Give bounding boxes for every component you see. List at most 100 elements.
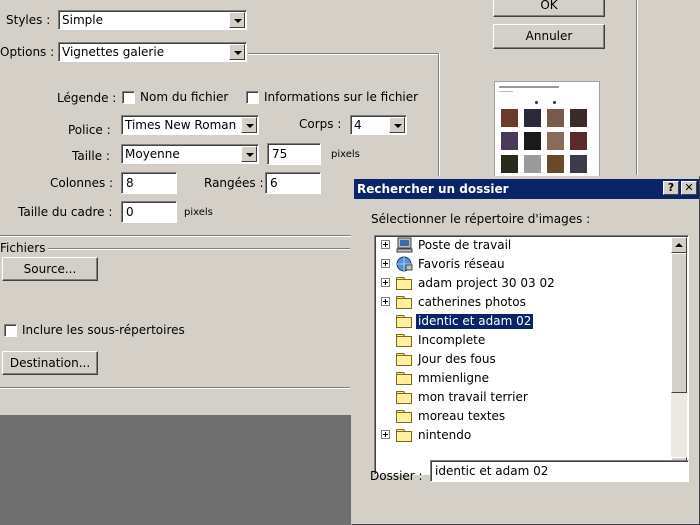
rangees-label: Rangées : (204, 176, 264, 190)
taille-select[interactable]: Moyenne (121, 144, 259, 164)
destination-button-label: Destination... (9, 356, 91, 370)
tree-item-label: Jour des fous (418, 352, 496, 366)
taille-cadre-unit: pixels (184, 207, 213, 218)
taille-cadre-value: 0 (126, 205, 134, 219)
info-fichier-label: Informations sur le fichier (264, 90, 419, 104)
source-button-label: Source... (23, 262, 77, 276)
colonnes-value: 8 (126, 176, 134, 190)
nom-fichier-label: Nom du fichier (140, 90, 229, 104)
dossier-input[interactable]: identic et adam 02 (430, 460, 689, 482)
taille-cadre-label: Taille du cadre : (18, 205, 113, 219)
folder-icon (396, 429, 412, 442)
close-button[interactable]: ✕ (681, 181, 697, 195)
tree-item-label: nintendo (418, 428, 472, 442)
dialog-title: Rechercher un dossier (357, 182, 509, 196)
folder-open-icon (396, 315, 412, 328)
fichiers-label: Fichiers (0, 241, 46, 255)
options-select[interactable]: Vignettes galerie (58, 42, 247, 62)
folder-icon (396, 353, 412, 366)
tree-item[interactable]: Jour des fous (375, 350, 670, 369)
help-button[interactable]: ? (663, 181, 679, 195)
fichiers-groupbox-top (48, 248, 350, 250)
tree-item[interactable]: mon travail terrier (375, 388, 670, 407)
tree-item-label: adam project 30 03 02 (418, 276, 555, 290)
folder-tree[interactable]: Poste de travail Favoris réseau adam proje… (374, 235, 689, 475)
expand-plus-icon[interactable] (381, 240, 390, 249)
styles-label: Styles : (6, 13, 51, 27)
folder-icon (396, 277, 412, 290)
taille-pixels-value: 75 (272, 147, 288, 161)
gallery-preview-image (494, 81, 600, 187)
annuler-button[interactable]: Annuler (493, 24, 605, 49)
tree-item[interactable]: identic et adam 02 (375, 312, 670, 331)
network-icon (396, 256, 413, 272)
chevron-down-icon[interactable] (229, 12, 245, 28)
tree-scrollbar[interactable] (671, 237, 687, 473)
fichiers-groupbox-bottom (0, 387, 350, 389)
tree-item-label: Incomplete (418, 333, 486, 347)
tree-item[interactable]: adam project 30 03 02 (375, 274, 670, 293)
colonnes-label: Colonnes : (50, 176, 114, 190)
scroll-thumb[interactable] (671, 253, 687, 393)
rangees-input[interactable]: 6 (265, 172, 321, 194)
options-groupbox-top (248, 53, 440, 55)
expand-plus-icon[interactable] (381, 259, 390, 268)
police-select[interactable]: Times New Roman (121, 115, 259, 135)
tree-item-label: mmienligne (418, 371, 489, 385)
options-label: Options : (0, 45, 55, 59)
chevron-down-icon[interactable] (229, 44, 245, 60)
folder-icon (396, 372, 412, 385)
ok-button[interactable]: OK (493, 0, 605, 17)
source-button[interactable]: Source... (2, 257, 98, 281)
destination-button[interactable]: Destination... (2, 351, 98, 375)
include-subdirs-checkbox[interactable] (4, 324, 17, 337)
legende-label: Légende : (57, 91, 117, 105)
corps-select-value: 4 (354, 118, 362, 132)
taille-pixels-unit: pixels (331, 149, 360, 160)
styles-select[interactable]: Simple (58, 10, 247, 30)
corps-label: Corps : (299, 117, 342, 131)
colonnes-input[interactable]: 8 (121, 172, 177, 194)
taille-cadre-input[interactable]: 0 (121, 201, 177, 223)
corps-select[interactable]: 4 (350, 115, 407, 135)
folder-icon (396, 334, 412, 347)
expand-plus-icon[interactable] (381, 278, 390, 287)
chevron-down-icon[interactable] (241, 146, 257, 162)
include-subdirs-label: Inclure les sous-répertoires (22, 323, 185, 337)
tree-item-label: mon travail terrier (418, 390, 528, 404)
tree-item[interactable]: catherines photos (375, 293, 670, 312)
folder-icon (396, 296, 412, 309)
police-select-value: Times New Roman (125, 118, 237, 132)
tree-item-label: identic et adam 02 (414, 313, 535, 330)
folder-icon (396, 391, 412, 404)
tree-item[interactable]: Favoris réseau (375, 255, 670, 274)
dossier-value: identic et adam 02 (435, 464, 549, 478)
dossier-label: Dossier : (370, 469, 423, 483)
styles-select-value: Simple (62, 13, 103, 27)
police-label: Police : (68, 123, 111, 137)
chevron-down-icon[interactable] (389, 117, 405, 133)
tree-item-label: catherines photos (418, 295, 526, 309)
nom-fichier-checkbox[interactable] (122, 91, 135, 104)
tree-item[interactable]: Incomplete (375, 331, 670, 350)
tree-item[interactable]: Poste de travail (375, 236, 670, 255)
chevron-down-icon[interactable] (241, 117, 257, 133)
tree-item[interactable]: mmienligne (375, 369, 670, 388)
options-select-value: Vignettes galerie (62, 45, 165, 59)
rechercher-dossier-dialog: Rechercher un dossier ? ✕ Sélectionner l… (351, 176, 700, 525)
dialog-divider (636, 0, 638, 175)
tree-item[interactable]: nintendo (375, 426, 670, 445)
tree-item-label: Poste de travail (418, 238, 512, 252)
expand-plus-icon[interactable] (381, 430, 390, 439)
info-fichier-checkbox[interactable] (246, 91, 259, 104)
ok-button-label: OK (540, 0, 558, 12)
taille-select-value: Moyenne (125, 147, 180, 161)
taille-label: Taille : (72, 149, 110, 163)
scroll-up-icon[interactable] (671, 237, 687, 253)
annuler-button-label: Annuler (525, 29, 573, 43)
expand-plus-icon[interactable] (381, 297, 390, 306)
tree-item-label: moreau textes (418, 409, 506, 423)
taille-pixels-input[interactable]: 75 (267, 143, 321, 165)
tree-item[interactable]: moreau textes (375, 407, 670, 426)
title-bar[interactable]: Rechercher un dossier ? ✕ (354, 179, 699, 199)
